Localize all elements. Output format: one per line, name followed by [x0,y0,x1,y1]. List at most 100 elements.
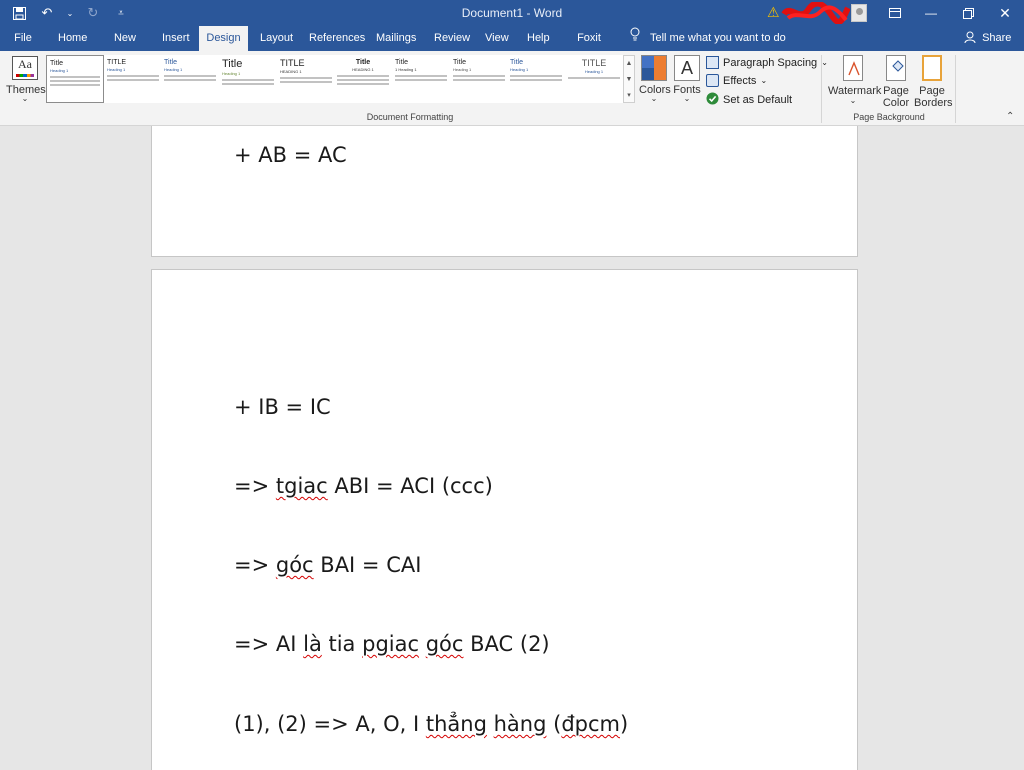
page-color-icon [886,55,906,81]
ribbon-design: Aa Themes ⌄ Title Heading 1 TITLE Headin… [0,51,1024,126]
chevron-up-icon[interactable]: ▲ [624,56,634,72]
paragraph-spacing-icon [706,56,719,69]
more-icon[interactable]: ▾ [624,88,634,104]
tell-me-label: Tell me what you want to do [650,32,786,44]
share-button[interactable]: Share [964,26,1011,51]
chevron-down-icon: ⌄ [821,58,828,67]
style-set-thumb[interactable]: TITLE Heading 1 [104,55,162,103]
misspelled-word[interactable]: góc [426,632,464,656]
tab-new-tab[interactable]: New Tab [100,26,150,69]
chevron-down-icon: ⌄ [849,96,857,105]
misspelled-word[interactable]: tgiac [276,474,328,498]
paragraph-spacing-button[interactable]: Paragraph Spacing ⌄ [706,56,828,69]
document-page[interactable]: + AB = AC [151,126,858,257]
text-line: (1), (2) => A, O, I thẳng hàng (đpcm) [234,712,628,736]
title-bar: ↶ ⌄ ↻ ⩡ Document1 - Word ⚠ — ✕ [0,0,1024,26]
style-set-thumb[interactable]: Title Heading 1 [46,55,104,103]
person-icon [964,31,982,44]
text-run: ) [619,712,629,736]
set-as-default-button[interactable]: Set as Default [706,92,792,108]
style-title: TITLE [581,58,607,68]
redo-icon[interactable]: ↻ [84,4,102,22]
tab-help[interactable]: Help [521,26,553,51]
style-title: Title [222,58,243,70]
ribbon-display-options-icon[interactable] [877,0,913,26]
page-background-group-label: Page Background [853,112,925,122]
tab-file[interactable]: File [8,26,38,51]
tab-layout[interactable]: Layout [254,26,294,51]
text-line: => AI là tia pgiac góc BAC (2) [234,632,550,656]
page-borders-label-1: Page [919,85,945,97]
style-heading: Heading 1 [584,69,604,74]
page-borders-label-2: Borders [914,97,953,109]
text-run: ( [546,712,562,736]
text-run: tia [321,632,363,656]
style-heading: Heading 1 [222,71,241,76]
misspelled-word[interactable]: đpcm [561,712,620,736]
style-set-thumb[interactable]: Title Heading 1 [450,55,508,103]
avatar[interactable] [851,4,867,22]
misspelled-word[interactable]: pgiac [362,632,419,656]
style-set-thumb[interactable]: Title Heading 1 [161,55,219,103]
page-borders-button[interactable]: Page Borders [914,55,953,109]
themes-icon: Aa [12,56,38,80]
tab-foxit-pdf[interactable]: Foxit PDF [562,26,616,69]
document-canvas[interactable]: + AB = AC + IB = IC => tgiac ABI = ACI (… [0,126,1024,770]
style-set-thumb[interactable]: TITLE HEADING 1 [277,55,335,103]
colors-button[interactable]: Colors ⌄ [639,55,671,103]
colors-icon [641,55,667,81]
share-label: Share [982,32,1012,44]
tab-references[interactable]: References [303,26,365,51]
restore-icon[interactable] [950,0,986,26]
misspelled-word[interactable]: hàng [494,712,547,736]
watermark-icon [843,55,863,81]
style-set-thumb[interactable]: Title 1 Heading 1 [392,55,450,103]
style-heading: HEADING 1 [280,69,302,74]
undo-icon[interactable]: ↶ [38,4,56,22]
style-title: Title [453,59,466,66]
style-set-thumb[interactable]: Title Heading 1 [219,55,277,103]
misspelled-word[interactable]: thẳng [426,712,487,736]
paragraph-spacing-label: Paragraph Spacing [723,56,818,69]
style-heading: Heading 1 [50,68,69,73]
tab-mailings[interactable]: Mailings [370,26,420,51]
tell-me-search[interactable]: Tell me what you want to do [628,26,786,51]
text-line: + IB = IC [234,395,331,419]
misspelled-word[interactable]: là [303,632,322,656]
text-run: (1), (2) => A, O, I [234,712,426,736]
style-heading: 1 Heading 1 [395,67,417,72]
gallery-scroll[interactable]: ▲ ▼ ▾ [623,55,635,103]
chevron-down-icon[interactable]: ▼ [624,72,634,88]
quick-access-toolbar: ↶ ⌄ ↻ ⩡ [10,4,130,22]
warning-icon[interactable]: ⚠ [767,4,780,21]
misspelled-word[interactable]: góc [276,553,314,577]
group-separator [955,55,956,123]
close-icon[interactable]: ✕ [987,0,1023,26]
text-line: => tgiac ABI = ACI (ccc) [234,474,493,498]
themes-button[interactable]: Aa Themes ⌄ [6,54,46,114]
collapse-ribbon-icon[interactable]: ⌃ [1006,111,1014,122]
style-set-thumb[interactable]: Title HEADING 1 [334,55,392,103]
tab-insert[interactable]: Insert [156,26,194,51]
customize-qat-icon[interactable]: ⩡ [112,4,130,22]
style-title: Title [510,59,523,66]
tab-view[interactable]: View [479,26,511,51]
minimize-icon[interactable]: — [913,0,949,26]
tab-review[interactable]: Review [428,26,470,51]
text-run: => AI [234,632,304,656]
style-heading: Heading 1 [164,67,183,72]
effects-button[interactable]: Effects ⌄ [706,74,767,87]
document-page[interactable]: + IB = IC => tgiac ABI = ACI (ccc) => gó… [151,269,858,770]
style-set-thumb[interactable]: Title Heading 1 [507,55,565,103]
style-set-thumb[interactable]: TITLE Heading 1 [565,55,623,103]
save-icon[interactable] [10,4,28,22]
style-title: TITLE [107,59,127,66]
watermark-button[interactable]: Watermark ⌄ [828,55,881,105]
page-color-button[interactable]: Page Color [878,55,914,109]
group-separator [821,55,822,123]
text-run: => [234,474,276,498]
undo-dropdown-icon[interactable]: ⌄ [66,4,74,22]
fonts-button[interactable]: A Fonts ⌄ [673,55,701,103]
tab-home[interactable]: Home [52,26,92,51]
tab-design[interactable]: Design [199,26,248,51]
